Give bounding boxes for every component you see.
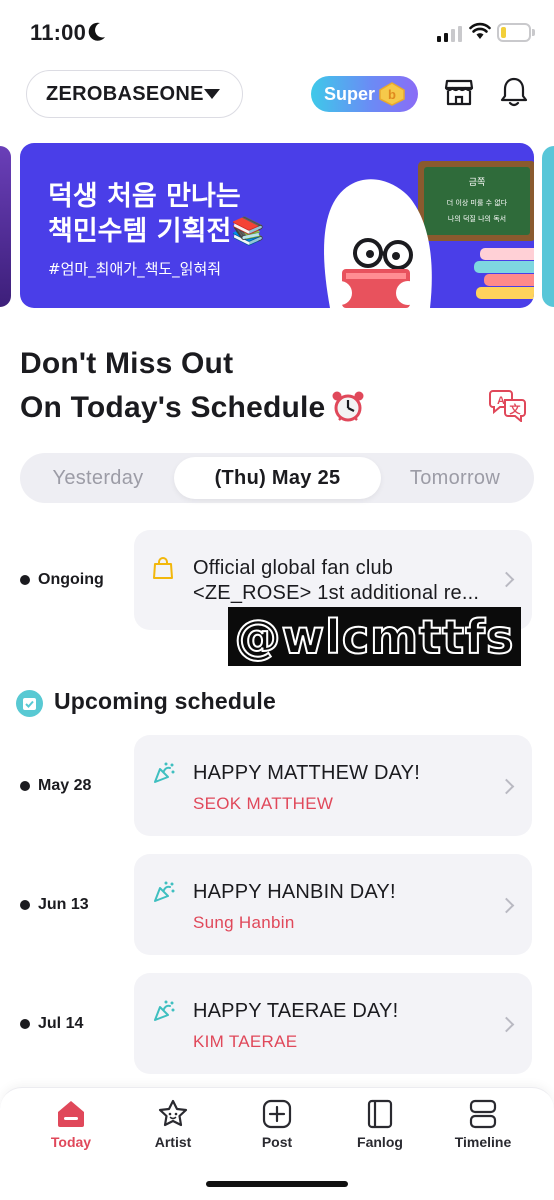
nav-timeline[interactable]: Timeline [433,1098,533,1168]
status-bar: 11:00 [0,0,554,62]
signal-icon [437,26,462,42]
party-popper-icon [154,1000,175,1021]
upcoming-date-2: Jun 13 [20,896,89,914]
upcoming-date-3: Jul 14 [20,1015,83,1033]
upcoming-member-3: KIM TAERAE [193,1032,298,1051]
upcoming-card-3[interactable]: HAPPY TAERAE DAY! KIM TAERAE [134,973,532,1074]
super-label: Super [324,83,376,104]
banner-hashtag: #엄마_최애가_책도_읽혀줘 [48,260,222,278]
upcoming-date-1: May 28 [20,777,91,795]
svg-text:文: 文 [510,402,522,416]
battery-icon [497,23,535,42]
upcoming-card-1[interactable]: HAPPY MATTHEW DAY! SEOK MATTHEW [134,735,532,836]
party-popper-icon [154,762,175,783]
ongoing-label-text: Ongoing [38,571,104,588]
tab-tomorrow[interactable]: Tomorrow [390,453,520,503]
moon-icon [88,22,105,41]
bullet-dot [20,900,30,910]
nav-post[interactable]: Post [227,1098,327,1168]
nav-fanlog[interactable]: Fanlog [330,1098,430,1168]
nav-today-label: Today [50,1134,92,1150]
shopping-bag-icon [153,557,173,579]
tab-yesterday[interactable]: Yesterday [20,453,176,503]
ongoing-title-line2: <ZE_ROSE> 1st additional re... [193,582,480,604]
nav-artist[interactable]: Artist [123,1098,223,1168]
timeline-icon [469,1099,497,1129]
chevron-right-icon [498,571,515,588]
fanlog-book-icon [367,1099,393,1129]
nav-fanlog-label: Fanlog [357,1134,403,1150]
post-plus-icon [262,1099,292,1129]
nav-post-label: Post [261,1134,293,1150]
group-selector[interactable]: ZEROBASEONE [26,70,243,118]
super-button[interactable]: Super b [311,76,418,112]
schedule-heading-line1: Don't Miss Out [20,347,234,380]
bell-icon[interactable] [500,76,528,108]
upcoming-member-2: Sung Hanbin [193,913,295,932]
ongoing-title-line1: Official global fan club [193,557,394,579]
chevron-right-icon [498,897,515,914]
nav-timeline-label: Timeline [454,1134,512,1150]
artist-star-icon [158,1099,188,1127]
translate-icon[interactable]: A 文 [489,388,527,422]
banner-title-line1: 덕생 처음 만나는 [48,181,241,212]
bullet-dot [20,1019,30,1029]
upcoming-card-2[interactable]: HAPPY HANBIN DAY! Sung Hanbin [134,854,532,955]
banner-title-line2: 책민수템 기획전📚 [48,216,265,247]
upcoming-member-1: SEOK MATTHEW [193,794,334,813]
bullet-dot [20,781,30,791]
b-coin-icon: b [379,82,405,106]
banner-title: 덕생 처음 만나는 책민수템 기획전📚 [48,179,308,249]
schedule-heading-line2-wrap: On Today's Schedule [20,386,365,430]
promo-banner[interactable]: 덕생 처음 만나는 책민수템 기획전📚 #엄마_최애가_책도_읽혀줘 금쪽 더 … [20,143,534,308]
upcoming-date-text: Jul 14 [38,1015,84,1032]
caret-down-icon [204,89,220,99]
chevron-right-icon [498,778,515,795]
home-indicator [206,1181,348,1187]
chevron-right-icon [498,1016,515,1033]
alarm-clock-icon [332,391,364,422]
shop-icon[interactable] [444,77,474,107]
watermark: @wlcmttfs [228,607,521,666]
wifi-icon [469,22,491,39]
party-popper-icon [154,881,175,902]
banner-illustration: 금쪽 더 이상 미룰 수 없다 나의 덕질 나의 독서 [324,161,534,308]
home-icon [58,1101,84,1127]
upcoming-title-3: HAPPY TAERAE DAY! [193,1000,399,1022]
nav-today[interactable]: Today [21,1098,121,1168]
bullet-dot [20,575,30,585]
banner-next-peek[interactable] [542,146,554,307]
schedule-heading: Don't Miss Out On Today's Schedule [20,342,365,430]
chalk-line2: 더 이상 미룰 수 없다 [447,198,508,207]
ongoing-label: Ongoing [20,571,104,589]
schedule-heading-line2: On Today's Schedule [20,391,326,424]
status-time: 11:00 [30,20,87,45]
tab-today[interactable]: (Thu) May 25 [174,457,381,499]
upcoming-title-2: HAPPY HANBIN DAY! [193,881,396,903]
upcoming-date-text: May 28 [38,777,92,794]
day-tabs: Yesterday (Thu) May 25 Tomorrow [20,453,534,503]
calendar-check-icon [16,690,43,717]
banner-prev-peek[interactable] [0,146,11,307]
nav-artist-label: Artist [154,1134,192,1150]
group-name: ZEROBASEONE [46,82,204,105]
upcoming-title-1: HAPPY MATTHEW DAY! [193,762,420,784]
watermark-text: @wlcmttfs [234,609,515,665]
svg-text:b: b [388,87,396,102]
chalk-line3: 나의 덕질 나의 독서 [448,214,506,223]
upcoming-date-text: Jun 13 [38,896,89,913]
chalk-line1: 금쪽 [469,177,486,188]
svg-text:A: A [497,395,505,407]
upcoming-title: Upcoming schedule [54,688,276,714]
